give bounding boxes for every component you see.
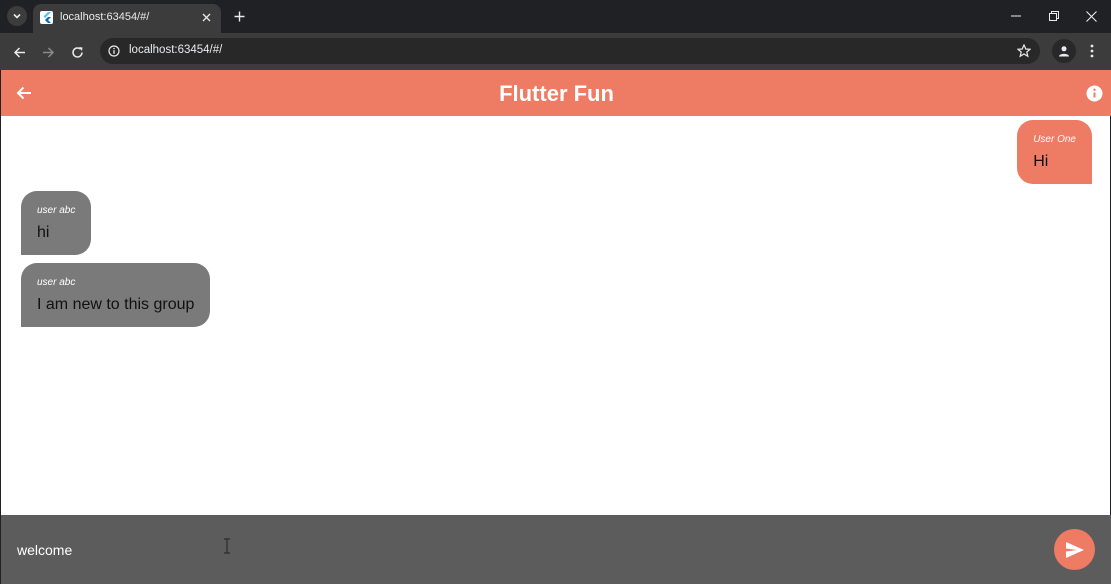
minimize-icon[interactable]: [1005, 6, 1027, 26]
message-sender: user abc: [37, 277, 76, 288]
message-composer: [1, 515, 1111, 584]
reload-icon[interactable]: [66, 41, 88, 63]
text-cursor-icon: [223, 538, 231, 554]
close-icon[interactable]: [199, 10, 213, 24]
message-list: User One Hi user abc hi user abc I am ne…: [1, 116, 1111, 515]
message-text: Hi: [1033, 153, 1049, 170]
arrow-right-icon[interactable]: [37, 41, 59, 63]
browser-toolbar: localhost:63454/#/: [0, 33, 1111, 70]
flutter-logo-icon: [40, 11, 53, 24]
arrow-left-icon[interactable]: [8, 41, 30, 63]
close-icon[interactable]: [1080, 6, 1102, 26]
person-icon[interactable]: [1052, 39, 1076, 63]
url-text[interactable]: localhost:63454/#/: [129, 44, 222, 56]
star-icon[interactable]: [1016, 43, 1032, 59]
message-text: hi: [37, 224, 50, 241]
send-icon: [1065, 541, 1084, 558]
address-bar[interactable]: localhost:63454/#/: [100, 38, 1040, 64]
message-sender: User One: [1033, 134, 1076, 145]
info-icon[interactable]: [1085, 84, 1103, 102]
chevron-down-icon[interactable]: [7, 6, 27, 26]
message-sender: user abc: [37, 205, 76, 216]
plus-icon[interactable]: [229, 6, 249, 26]
message-input[interactable]: [17, 535, 1037, 565]
message-bubble-received: user abc I am new to this group: [21, 263, 211, 327]
message-text: I am new to this group: [37, 296, 195, 313]
tab-title: localhost:63454/#/: [60, 11, 150, 23]
app-viewport: Flutter Fun User One Hi user abc hi user…: [0, 70, 1111, 584]
restore-icon[interactable]: [1043, 6, 1065, 26]
send-button[interactable]: [1054, 529, 1095, 570]
page-title: Flutter Fun: [499, 81, 614, 106]
app-bar: Flutter Fun: [1, 70, 1111, 116]
message-bubble-sent: User One Hi: [1017, 120, 1092, 184]
message-bubble-received: user abc hi: [21, 191, 92, 255]
more-vert-icon[interactable]: [1084, 41, 1100, 61]
browser-tab-strip: localhost:63454/#/: [0, 0, 1111, 33]
info-icon[interactable]: [107, 44, 121, 58]
browser-tab[interactable]: localhost:63454/#/: [33, 4, 221, 33]
